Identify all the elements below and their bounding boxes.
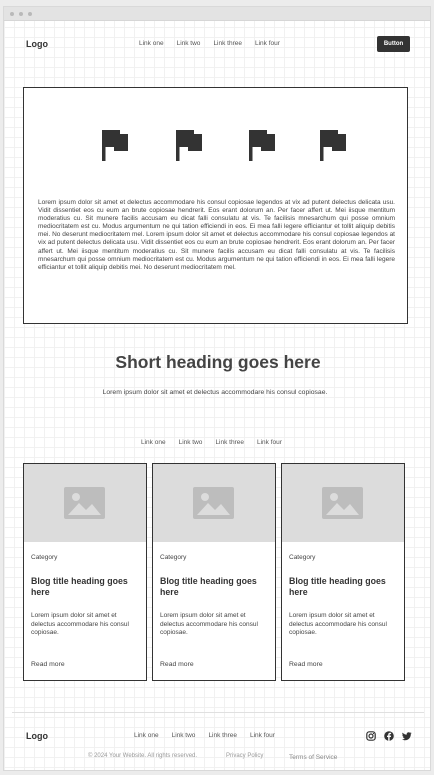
blog-card[interactable]: Category Blog title heading goes here Lo… — [281, 463, 405, 681]
privacy-policy-link[interactable]: Privacy Policy — [226, 753, 263, 759]
card-image — [24, 464, 146, 542]
image-placeholder-icon — [64, 487, 105, 519]
flag-icon — [320, 130, 346, 161]
footer-link-three[interactable]: Link three — [208, 732, 237, 739]
card-category: Category — [289, 554, 316, 561]
window-dot-icon[interactable] — [28, 12, 32, 16]
footer-link-four[interactable]: Link four — [250, 732, 275, 739]
card-excerpt: Lorem ipsum dolor sit amet et delectus a… — [160, 612, 258, 636]
card-title[interactable]: Blog title heading goes here — [31, 576, 141, 598]
card-title[interactable]: Blog title heading goes here — [160, 576, 270, 598]
nav-link-one[interactable]: Link one — [139, 40, 164, 47]
window-dot-icon[interactable] — [19, 12, 23, 16]
footer-divider — [12, 712, 424, 713]
footer-logo[interactable]: Logo — [26, 731, 48, 741]
card-category: Category — [160, 554, 187, 561]
hero-paragraph: Lorem ipsum dolor sit amet et delectus a… — [38, 199, 395, 271]
section-heading: Short heading goes here — [115, 352, 321, 372]
header-nav: Link one Link two Link three Link four — [139, 40, 293, 47]
flag-icon — [176, 130, 202, 161]
twitter-icon[interactable] — [402, 731, 412, 741]
tab-link-one[interactable]: Link one — [141, 439, 166, 446]
browser-title-bar — [4, 7, 430, 21]
read-more-link[interactable]: Read more — [289, 661, 323, 668]
read-more-link[interactable]: Read more — [160, 661, 194, 668]
card-excerpt: Lorem ipsum dolor sit amet et delectus a… — [31, 612, 129, 636]
header-logo[interactable]: Logo — [26, 39, 48, 49]
nav-link-four[interactable]: Link four — [255, 40, 280, 47]
card-category: Category — [31, 554, 58, 561]
copyright-text: © 2024 Your Website. All rights reserved… — [88, 753, 198, 759]
blog-card[interactable]: Category Blog title heading goes here Lo… — [152, 463, 276, 681]
instagram-icon[interactable] — [366, 731, 376, 741]
footer-link-two[interactable]: Link two — [172, 732, 196, 739]
header-button[interactable]: Button — [377, 36, 410, 52]
card-excerpt: Lorem ipsum dolor sit amet et delectus a… — [289, 612, 387, 636]
section-subtext: Lorem ipsum dolor sit amet et delectus a… — [102, 389, 328, 396]
flag-icon — [102, 130, 128, 161]
hero-feature-box: Lorem ipsum dolor sit amet et delectus a… — [23, 87, 408, 324]
nav-link-two[interactable]: Link two — [177, 40, 201, 47]
image-placeholder-icon — [322, 487, 363, 519]
tab-link-four[interactable]: Link four — [257, 439, 282, 446]
section-tabs: Link one Link two Link three Link four — [141, 439, 295, 446]
footer-nav: Link one Link two Link three Link four — [134, 732, 288, 739]
blog-card[interactable]: Category Blog title heading goes here Lo… — [23, 463, 147, 681]
image-placeholder-icon — [193, 487, 234, 519]
browser-window: Logo Link one Link two Link three Link f… — [3, 6, 431, 771]
footer-link-one[interactable]: Link one — [134, 732, 159, 739]
tab-link-two[interactable]: Link two — [179, 439, 203, 446]
card-title[interactable]: Blog title heading goes here — [289, 576, 399, 598]
flag-icon — [249, 130, 275, 161]
card-image — [282, 464, 404, 542]
nav-link-three[interactable]: Link three — [213, 40, 242, 47]
window-dot-icon[interactable] — [10, 12, 14, 16]
tab-link-three[interactable]: Link three — [215, 439, 244, 446]
facebook-icon[interactable] — [384, 731, 394, 741]
card-image — [153, 464, 275, 542]
terms-of-service-link[interactable]: Terms of Service — [289, 754, 337, 761]
read-more-link[interactable]: Read more — [31, 661, 65, 668]
